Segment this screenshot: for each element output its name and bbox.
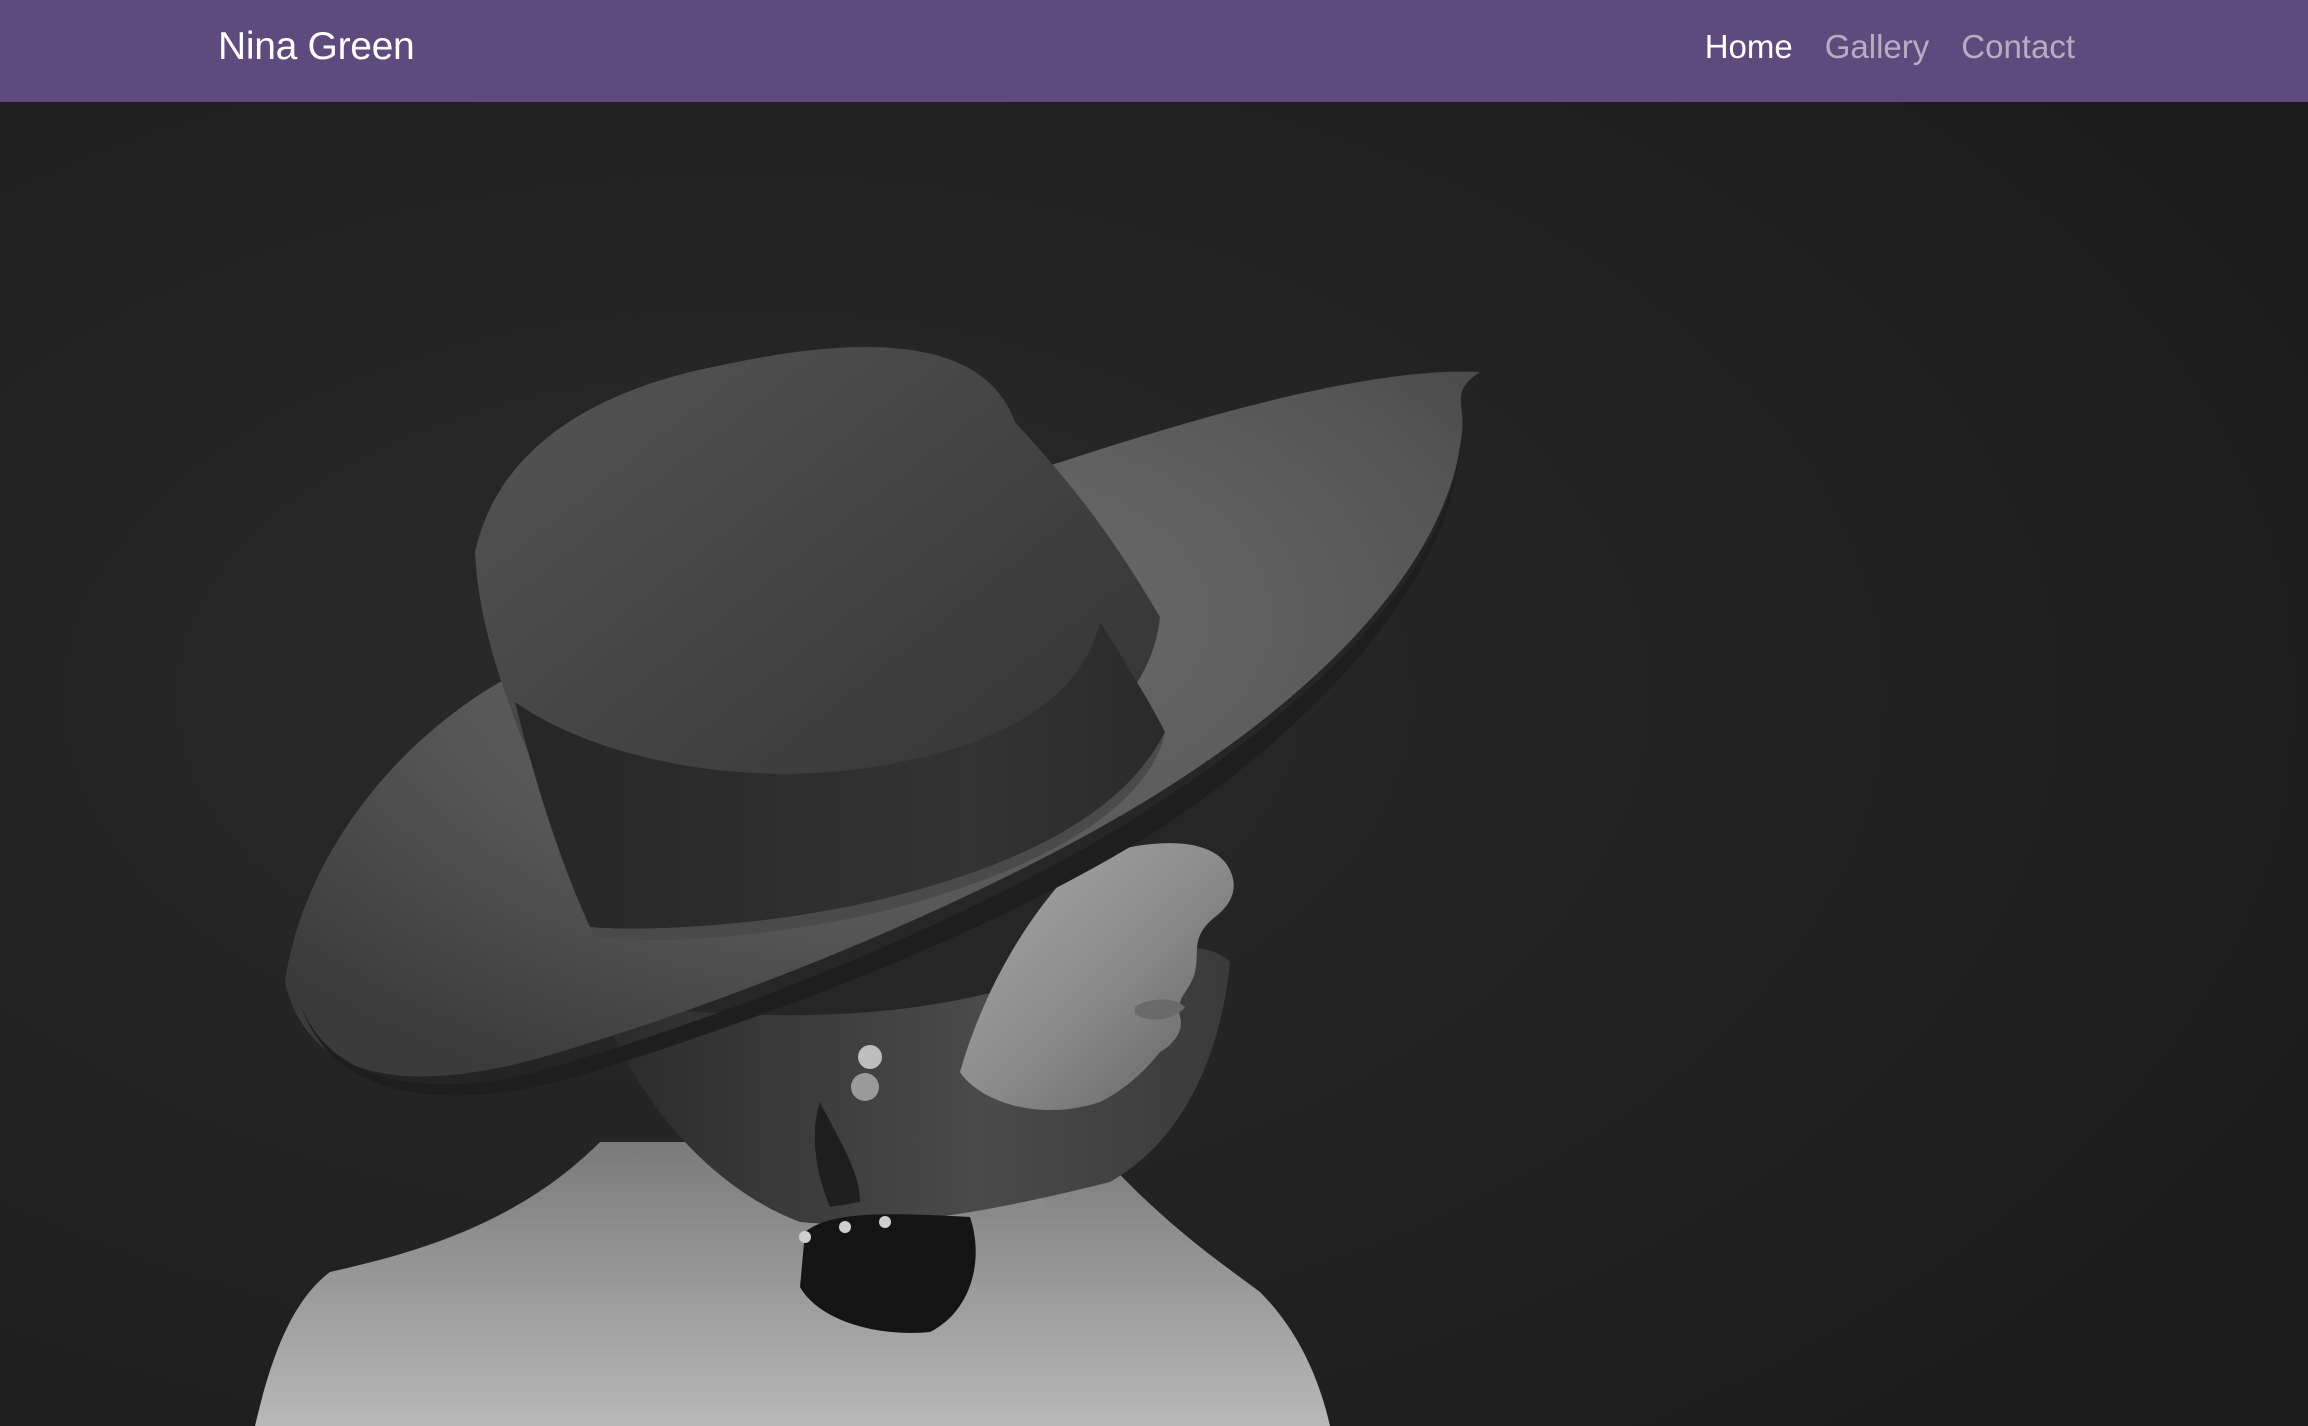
hero-section: [0, 102, 2308, 1426]
top-navbar: Nina Green Home Gallery Contact: [0, 0, 2308, 102]
nav-links: Home Gallery Contact: [1705, 22, 2075, 72]
nav-link-home[interactable]: Home: [1705, 22, 1793, 72]
nav-link-gallery[interactable]: Gallery: [1825, 22, 1930, 72]
brand-link[interactable]: Nina Green: [218, 22, 415, 72]
nav-link-contact[interactable]: Contact: [1961, 22, 2075, 72]
hero-photo: [0, 102, 2308, 1426]
